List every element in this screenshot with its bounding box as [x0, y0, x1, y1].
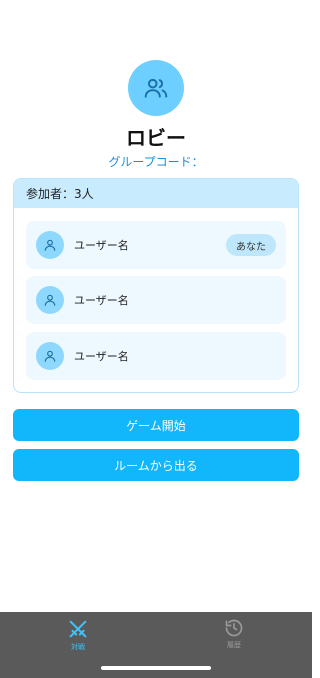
participant-row: ユーザー名 — [26, 276, 286, 324]
participant-name: ユーザー名 — [74, 239, 129, 252]
lobby-users-icon — [128, 60, 184, 116]
tab-battle[interactable]: 対戦 — [58, 618, 98, 658]
you-badge: あなた — [226, 234, 276, 256]
tab-history[interactable]: 履歴 — [214, 618, 254, 658]
page-title: ロビー — [126, 126, 186, 150]
crossed-swords-icon — [69, 620, 87, 638]
user-avatar-icon — [36, 342, 64, 370]
lobby-screen: ロビー グループコード： 参加者：3人 ユーザー名 あなた ユーザー名 ユーザー… — [0, 0, 312, 678]
tab-history-label: 履歴 — [227, 641, 241, 649]
participant-row: ユーザー名 — [26, 332, 286, 380]
home-indicator — [101, 666, 211, 670]
participant-name: ユーザー名 — [74, 350, 129, 363]
group-code-label: グループコード： — [108, 155, 204, 169]
participants-header: 参加者：3人 — [14, 179, 298, 208]
user-avatar-icon — [36, 286, 64, 314]
start-game-button[interactable]: ゲーム開始 — [13, 409, 299, 441]
participant-row: ユーザー名 あなた — [26, 221, 286, 269]
leave-room-button[interactable]: ルームから出る — [13, 449, 299, 481]
tab-battle-label: 対戦 — [71, 643, 85, 651]
participant-name: ユーザー名 — [74, 294, 129, 307]
history-icon — [225, 619, 243, 637]
participants-card: 参加者：3人 ユーザー名 あなた ユーザー名 ユーザー名 — [13, 178, 299, 393]
user-avatar-icon — [36, 231, 64, 259]
